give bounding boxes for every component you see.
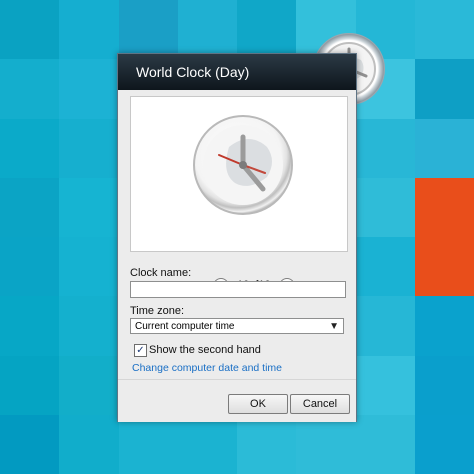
clock-name-label: Clock name: bbox=[130, 267, 192, 279]
chevron-down-icon: ▼ bbox=[329, 321, 339, 332]
clock-name-input[interactable] bbox=[130, 281, 346, 298]
preview-clock-icon bbox=[193, 115, 293, 215]
time-zone-select[interactable]: Current computer time ▼ bbox=[130, 318, 344, 334]
clock-preview: ◀ 10of10 ▶ bbox=[130, 96, 348, 294]
title-bar: World Clock (Day) bbox=[118, 54, 356, 90]
dialog-footer: OK Cancel bbox=[118, 379, 356, 422]
show-second-hand-checkbox[interactable]: ✓ bbox=[134, 344, 147, 357]
show-second-hand-label: Show the second hand bbox=[149, 344, 261, 356]
time-zone-selected: Current computer time bbox=[135, 321, 235, 332]
cancel-button[interactable]: Cancel bbox=[290, 394, 350, 414]
change-date-time-link[interactable]: Change computer date and time bbox=[132, 362, 282, 374]
world-clock-settings-dialog: World Clock (Day) ◀ 10of10 ▶ Clock name:… bbox=[117, 53, 357, 422]
window-title: World Clock (Day) bbox=[136, 64, 250, 80]
time-zone-label: Time zone: bbox=[130, 305, 185, 317]
ok-button[interactable]: OK bbox=[228, 394, 288, 414]
